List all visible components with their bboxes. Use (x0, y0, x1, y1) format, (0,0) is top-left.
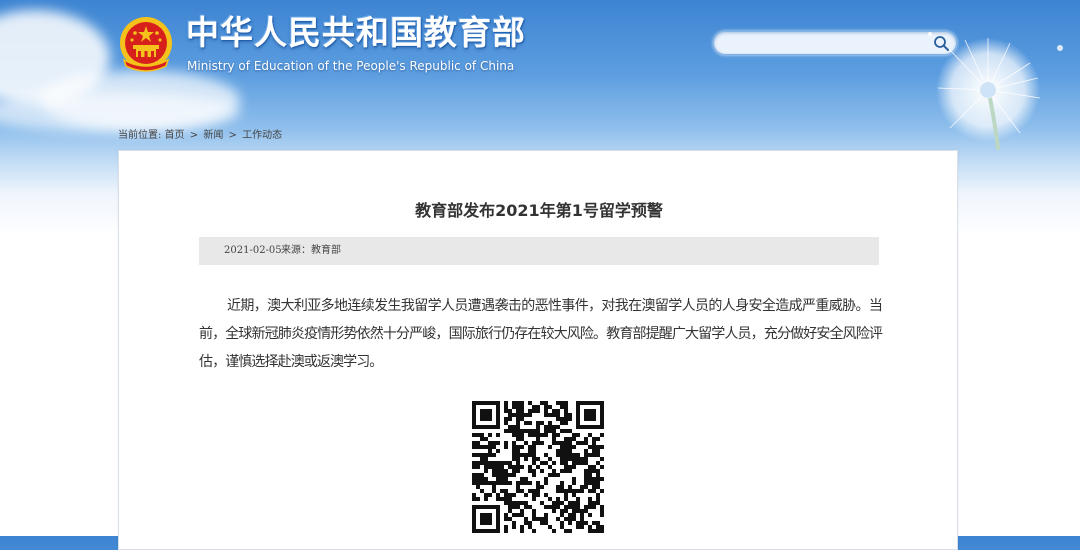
article-meta-bar: 2021-02-05 来源：教育部 (199, 237, 879, 265)
breadcrumb-work-news[interactable]: 工作动态 (242, 130, 282, 141)
site-subtitle: Ministry of Education of the People's Re… (187, 59, 515, 73)
breadcrumb: 当前位置: 首页 > 新闻 > 工作动态 (118, 126, 282, 141)
site-title[interactable]: 中华人民共和国教育部 (186, 13, 526, 53)
national-emblem-icon[interactable] (118, 16, 174, 74)
search-input[interactable] (726, 34, 930, 54)
breadcrumb-prefix: 当前位置: (118, 130, 162, 141)
breadcrumb-separator: > (189, 130, 199, 141)
qr-code (472, 401, 604, 533)
article-body: 近期，澳大利亚多地连续发生我留学人员遭遇袭击的恶性事件，对我在澳留学人员的人身安… (199, 298, 883, 370)
breadcrumb-home[interactable]: 首页 (165, 130, 185, 141)
breadcrumb-news[interactable]: 新闻 (203, 130, 223, 141)
article-date: 2021-02-05 (224, 245, 282, 256)
breadcrumb-separator: > (228, 130, 237, 141)
article-source: 来源：教育部 (281, 245, 341, 256)
article-title: 教育部发布2021年第1号留学预警 (415, 201, 663, 220)
dandelion-icon (928, 32, 1063, 150)
article-panel: 教育部发布2021年第1号留学预警 2021-02-05 来源：教育部 近期，澳… (118, 150, 958, 550)
